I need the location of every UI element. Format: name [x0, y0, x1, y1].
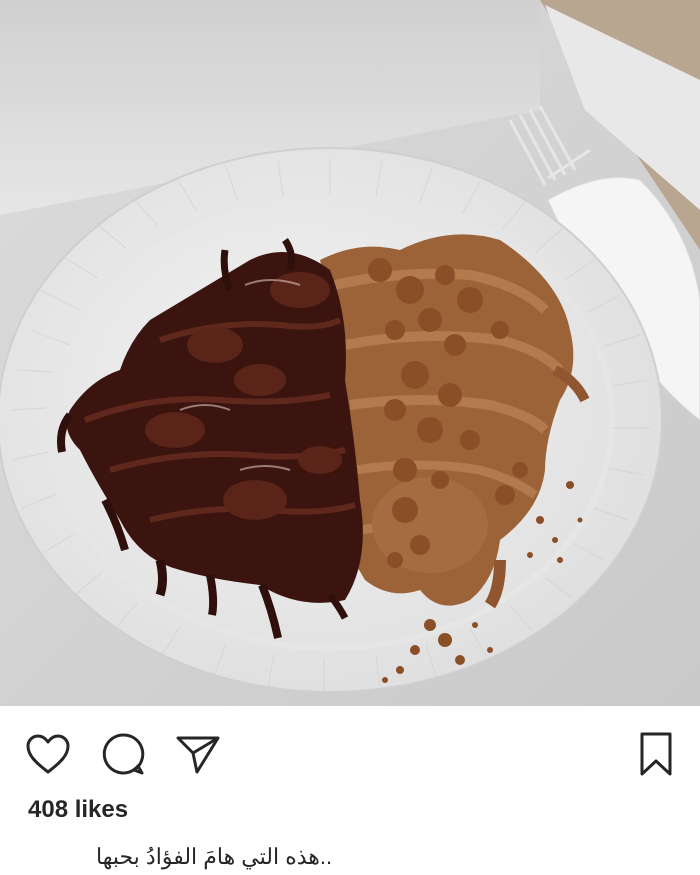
comment-icon: [102, 733, 145, 775]
bookmark-icon: [640, 732, 672, 776]
share-button[interactable]: [174, 730, 222, 778]
like-button[interactable]: [24, 730, 72, 778]
send-icon: [176, 736, 220, 774]
post-photo[interactable]: [0, 0, 700, 706]
post-action-bar: [0, 706, 700, 794]
comment-button[interactable]: [99, 730, 147, 778]
post-caption: ..هذه التي هامَ الفؤادُ بحبها: [96, 844, 333, 869]
likes-count[interactable]: 408 likes: [28, 796, 128, 824]
save-button[interactable]: [632, 730, 680, 778]
heart-icon: [26, 734, 70, 774]
